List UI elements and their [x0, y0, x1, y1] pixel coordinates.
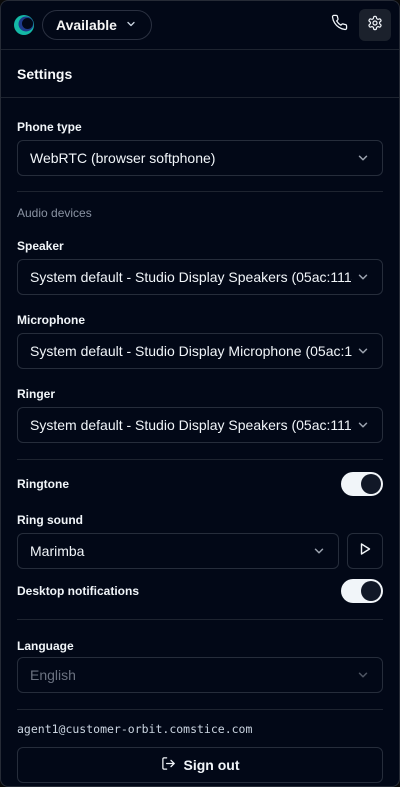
- status-label: Available: [56, 17, 117, 33]
- softphone-panel: Available Settings Phone type WebRTC (br…: [0, 0, 400, 787]
- play-ring-sound-button[interactable]: [347, 533, 383, 569]
- microphone-value: System default - Studio Display Micropho…: [30, 343, 352, 359]
- desktop-notifications-label: Desktop notifications: [17, 583, 140, 598]
- status-dropdown[interactable]: Available: [42, 10, 152, 40]
- sign-out-label: Sign out: [183, 757, 240, 773]
- language-value: English: [30, 667, 76, 683]
- play-icon: [358, 542, 372, 561]
- gear-icon: [367, 15, 383, 36]
- phone-type-label: Phone type: [17, 120, 82, 134]
- language-select: English: [17, 657, 383, 693]
- toggle-knob: [361, 581, 381, 601]
- chevron-down-icon: [356, 270, 370, 284]
- chevron-down-icon: [125, 17, 137, 33]
- chevron-down-icon: [312, 544, 326, 558]
- sign-out-button[interactable]: Sign out: [17, 747, 383, 783]
- ringer-select[interactable]: System default - Studio Display Speakers…: [17, 407, 383, 443]
- page-title: Settings: [1, 50, 399, 98]
- phone-button[interactable]: [323, 9, 355, 41]
- chevron-down-icon: [356, 668, 370, 682]
- speaker-select[interactable]: System default - Studio Display Speakers…: [17, 259, 383, 295]
- phone-type-select[interactable]: WebRTC (browser softphone): [17, 140, 383, 176]
- microphone-select[interactable]: System default - Studio Display Micropho…: [17, 333, 383, 369]
- ringer-label: Ringer: [17, 387, 56, 401]
- ring-sound-label: Ring sound: [17, 513, 83, 527]
- toggle-knob: [361, 474, 381, 494]
- ring-sound-select[interactable]: Marimba: [17, 533, 339, 569]
- account-email: agent1@customer-orbit.comstice.com: [17, 722, 253, 736]
- ringtone-toggle[interactable]: [341, 472, 383, 496]
- chevron-down-icon: [356, 151, 370, 165]
- audio-devices-section-label: Audio devices: [17, 206, 92, 220]
- ringtone-row: Ringtone: [17, 472, 383, 496]
- sign-out-icon: [161, 756, 176, 774]
- language-label: Language: [17, 639, 74, 653]
- ringer-value: System default - Studio Display Speakers…: [30, 417, 352, 433]
- ring-sound-row: Marimba: [17, 533, 383, 569]
- desktop-notifications-toggle[interactable]: [341, 579, 383, 603]
- top-bar: Available: [1, 1, 399, 50]
- app-logo-icon: [13, 14, 35, 36]
- ringtone-label: Ringtone: [17, 476, 69, 491]
- microphone-label: Microphone: [17, 313, 85, 327]
- settings-content: Phone type WebRTC (browser softphone) Au…: [1, 98, 399, 783]
- chevron-down-icon: [356, 344, 370, 358]
- settings-button[interactable]: [359, 9, 391, 41]
- chevron-down-icon: [356, 418, 370, 432]
- phone-icon: [331, 14, 348, 36]
- desktop-notifications-row: Desktop notifications: [17, 579, 383, 603]
- speaker-label: Speaker: [17, 239, 64, 253]
- speaker-value: System default - Studio Display Speakers…: [30, 269, 352, 285]
- ring-sound-value: Marimba: [30, 543, 85, 559]
- phone-type-value: WebRTC (browser softphone): [30, 150, 216, 166]
